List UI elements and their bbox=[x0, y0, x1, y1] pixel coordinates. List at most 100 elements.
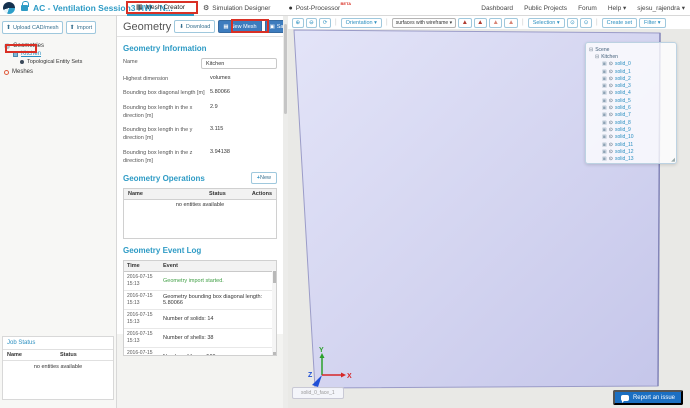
menu-user[interactable]: sjesu_rajendra ▾ bbox=[637, 4, 685, 12]
checkbox-icon[interactable]: ▣ bbox=[602, 134, 607, 140]
eye-icon[interactable]: ⊙ bbox=[609, 69, 613, 75]
display-mode-select[interactable]: surfaces with wireframe ▾ bbox=[392, 18, 456, 28]
upload-cad-button[interactable]: ⬆ Upload CAD/mesh bbox=[2, 21, 63, 34]
save-icon: ▣ bbox=[270, 24, 275, 30]
filter-dropdown[interactable]: Filter ▾ bbox=[639, 18, 666, 28]
checkbox-icon[interactable]: ▣ bbox=[602, 90, 607, 96]
checkbox-icon[interactable]: ▣ bbox=[602, 112, 607, 118]
hide-eye-icon[interactable]: ⊙ bbox=[580, 18, 592, 28]
checkbox-icon[interactable]: ▣ bbox=[602, 61, 607, 67]
eye-icon[interactable]: ⊙ bbox=[609, 105, 613, 111]
eye-icon[interactable]: ⊙ bbox=[609, 83, 613, 89]
checkbox-icon[interactable]: ▣ bbox=[602, 120, 607, 126]
menu-help[interactable]: Help ▾ bbox=[608, 4, 626, 12]
warning-triangle-icon[interactable]: ▲ bbox=[458, 18, 471, 28]
scene-item-solid[interactable]: ▣⊙solid_10 bbox=[589, 134, 676, 141]
new-operation-button[interactable]: +New bbox=[251, 172, 277, 184]
circle-icon: ● bbox=[288, 5, 292, 12]
checkbox-icon[interactable]: ▣ bbox=[602, 127, 607, 133]
annotation-box-mesh-creator bbox=[126, 1, 198, 14]
link-public-projects[interactable]: Public Projects bbox=[524, 5, 567, 12]
scene-item-solid[interactable]: ▣⊙solid_3 bbox=[589, 82, 676, 89]
warning-triangle-icon[interactable]: ▲ bbox=[474, 18, 487, 28]
scene-tree-panel[interactable]: ⊟Scene ⊟Kitchen ▣⊙solid_0 ▣⊙solid_1 ▣⊙so… bbox=[585, 42, 677, 164]
show-eye-icon[interactable]: ⊙ bbox=[567, 18, 579, 28]
checkbox-icon[interactable]: ▣ bbox=[602, 98, 607, 104]
refresh-view-icon[interactable]: ⟳ bbox=[319, 18, 331, 28]
scene-item-solid[interactable]: ▣⊙solid_0 bbox=[589, 61, 676, 68]
link-forum[interactable]: Forum bbox=[578, 5, 597, 12]
event-log-scrollbar[interactable] bbox=[272, 270, 276, 356]
selection-dropdown[interactable]: Selection ▾ bbox=[528, 18, 565, 28]
new-mesh-icon: ▦ bbox=[223, 24, 228, 30]
event-log-table[interactable]: Time Event 2016-07-15 15:13 Geometry imp… bbox=[123, 260, 277, 356]
eye-icon[interactable]: ⊙ bbox=[609, 156, 613, 162]
upload-icon: ⬆ bbox=[6, 24, 11, 31]
eye-icon[interactable]: ⊙ bbox=[609, 120, 613, 126]
event-log-row: 2016-07-15 15:13 Number of solids: 14 bbox=[124, 310, 276, 329]
checkbox-icon[interactable]: ▣ bbox=[602, 83, 607, 89]
scene-item-solid[interactable]: ▣⊙solid_2 bbox=[589, 75, 676, 82]
simscale-logo bbox=[3, 2, 15, 14]
scene-group-kitchen[interactable]: ⊟Kitchen bbox=[589, 53, 676, 60]
resize-handle-icon[interactable]: ◢ bbox=[671, 157, 675, 163]
tree-item-topological-entity-sets[interactable]: Topological Entity Sets bbox=[4, 58, 116, 66]
bbox-y-value: 3.115 bbox=[210, 126, 223, 132]
tab-simulation-designer[interactable]: ⚙ Simulation Designer bbox=[194, 0, 279, 16]
eye-icon[interactable]: ⊙ bbox=[609, 61, 613, 67]
warning-triangle-icon[interactable]: ▲ bbox=[489, 18, 502, 28]
scene-item-solid[interactable]: ▣⊙solid_1 bbox=[589, 68, 676, 75]
job-status-panel: Job Status Name Status no entities avail… bbox=[2, 336, 114, 400]
eye-icon[interactable]: ⊙ bbox=[609, 142, 613, 148]
eye-icon[interactable]: ⊙ bbox=[609, 149, 613, 155]
checkbox-icon[interactable]: ▣ bbox=[602, 105, 607, 111]
tab-post-processor[interactable]: ● Post-Processor BETA bbox=[279, 0, 349, 16]
job-status-empty: no entities available bbox=[3, 361, 113, 370]
scene-item-solid[interactable]: ▣⊙solid_7 bbox=[589, 112, 676, 119]
checkbox-icon[interactable]: ▣ bbox=[602, 156, 607, 162]
warning-triangle-icon[interactable]: ▲ bbox=[504, 18, 517, 28]
job-status-title[interactable]: Job Status bbox=[3, 337, 113, 349]
scene-item-solid[interactable]: ▣⊙solid_6 bbox=[589, 104, 676, 111]
geometry-information-title: Geometry Information bbox=[123, 44, 277, 53]
viewport: ⊕ ⊖ ⟳ | Orientation ▾ | surfaces with wi… bbox=[288, 16, 690, 408]
scene-item-solid[interactable]: ▣⊙solid_4 bbox=[589, 90, 676, 97]
download-button[interactable]: ⬇ Download bbox=[174, 20, 215, 33]
geometry-operations-section: Geometry Operations +New Name Status Act… bbox=[117, 172, 283, 239]
zoom-in-icon[interactable]: ⊕ bbox=[292, 18, 304, 28]
bbox-z-value: 3.94138 bbox=[210, 149, 230, 155]
expander-icon[interactable]: ⊟ bbox=[595, 54, 599, 60]
scene-item-solid[interactable]: ▣⊙solid_9 bbox=[589, 126, 676, 133]
link-dashboard[interactable]: Dashboard bbox=[481, 5, 513, 12]
job-status-col-status: Status bbox=[60, 352, 77, 358]
checkbox-icon[interactable]: ▣ bbox=[602, 142, 607, 148]
expander-icon[interactable]: ⊟ bbox=[589, 47, 593, 53]
eye-icon[interactable]: ⊙ bbox=[609, 134, 613, 140]
scene-root[interactable]: ⊟Scene bbox=[589, 46, 676, 53]
report-issue-button[interactable]: Report an issue bbox=[613, 390, 683, 405]
eye-icon[interactable]: ⊙ bbox=[609, 127, 613, 133]
checkbox-icon[interactable]: ▣ bbox=[602, 76, 607, 82]
scene-item-solid[interactable]: ▣⊙solid_12 bbox=[589, 148, 676, 155]
eye-icon[interactable]: ⊙ bbox=[609, 112, 613, 118]
viewport-canvas[interactable]: ⊟Scene ⊟Kitchen ▣⊙solid_0 ▣⊙solid_1 ▣⊙so… bbox=[288, 29, 690, 408]
tree-item-meshes[interactable]: Meshes bbox=[4, 68, 116, 76]
import-button[interactable]: ⬆ Import bbox=[66, 21, 97, 34]
gear-icon: ⚙ bbox=[203, 4, 209, 12]
checkbox-icon[interactable]: ▣ bbox=[602, 69, 607, 75]
scene-item-solid[interactable]: ▣⊙solid_13 bbox=[589, 155, 676, 162]
scene-item-solid[interactable]: ▣⊙solid_8 bbox=[589, 119, 676, 126]
speech-bubble-icon bbox=[621, 395, 629, 401]
zoom-out-icon[interactable]: ⊖ bbox=[306, 18, 318, 28]
orientation-dropdown[interactable]: Orientation ▾ bbox=[341, 18, 382, 28]
scene-item-solid[interactable]: ▣⊙solid_11 bbox=[589, 141, 676, 148]
checkbox-icon[interactable]: ▣ bbox=[602, 149, 607, 155]
operations-table: Name Status Actions no entities availabl… bbox=[123, 188, 277, 239]
name-input[interactable] bbox=[201, 58, 277, 69]
create-set-button[interactable]: Create set bbox=[602, 18, 637, 28]
eye-icon[interactable]: ⊙ bbox=[609, 76, 613, 82]
eye-icon[interactable]: ⊙ bbox=[609, 98, 613, 104]
eye-icon[interactable]: ⊙ bbox=[609, 90, 613, 96]
scene-item-solid[interactable]: ▣⊙solid_5 bbox=[589, 97, 676, 104]
annotation-box-new-mesh bbox=[231, 19, 269, 33]
